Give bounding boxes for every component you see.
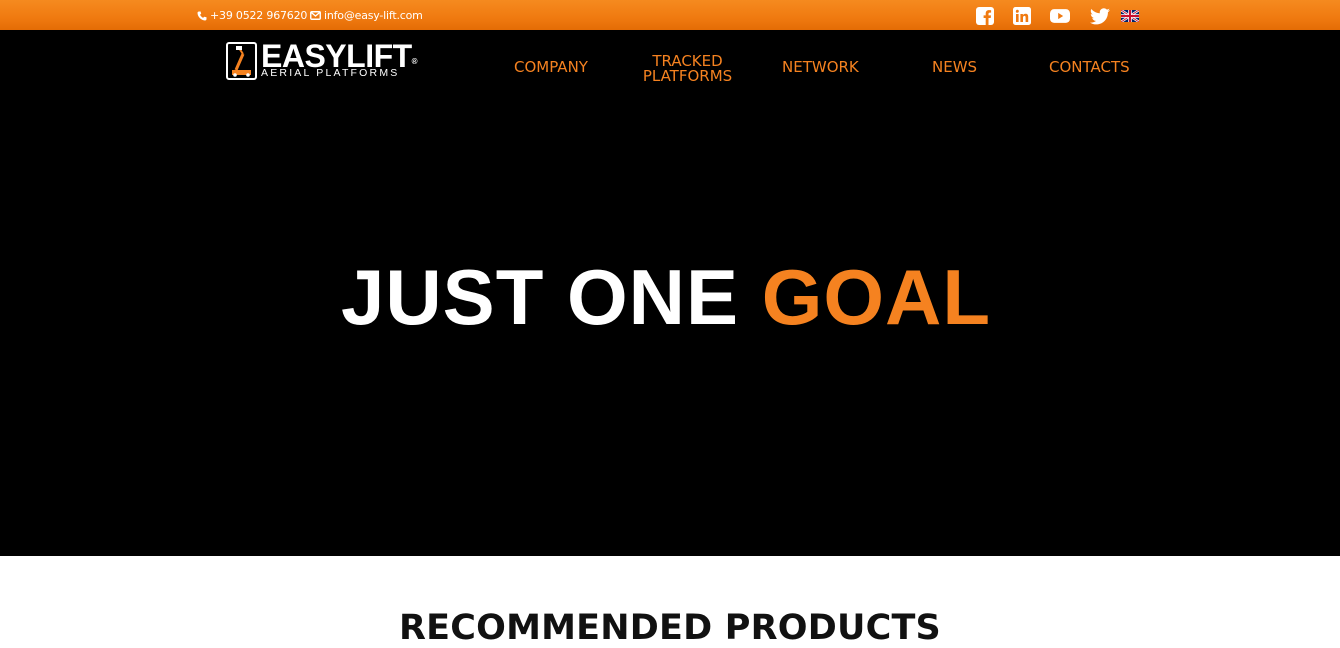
easylift-logo[interactable]: EASYLIFT® AERIAL PLATFORMS bbox=[226, 38, 418, 82]
nav-company[interactable]: COMPANY bbox=[514, 60, 588, 75]
twitter-icon[interactable] bbox=[1090, 6, 1110, 26]
nav-news[interactable]: NEWS bbox=[932, 60, 977, 75]
email-address: info@easy-lift.com bbox=[324, 9, 423, 22]
linkedin-icon[interactable] bbox=[1012, 6, 1032, 26]
phone-number: +39 0522 967620 bbox=[210, 9, 308, 22]
registered-mark: ® bbox=[411, 57, 418, 66]
nav-network[interactable]: NETWORK bbox=[782, 60, 859, 75]
logo-emblem-icon bbox=[226, 42, 257, 80]
phone-link[interactable]: +39 0522 967620 bbox=[197, 9, 307, 22]
uk-flag-icon[interactable] bbox=[1121, 10, 1139, 22]
hero-title-accent: GOAL bbox=[761, 253, 992, 341]
phone-icon bbox=[197, 11, 207, 20]
header-hero: EASYLIFT® AERIAL PLATFORMS COMPANY TRACK… bbox=[0, 30, 1340, 556]
top-bar: +39 0522 967620 info@easy-lift.com bbox=[0, 0, 1340, 30]
brand-tagline: AERIAL PLATFORMS bbox=[261, 67, 400, 79]
facebook-icon[interactable] bbox=[975, 6, 995, 26]
nav-tracked-platforms[interactable]: TRACKED PLATFORMS bbox=[640, 54, 735, 84]
recommended-products-title: RECOMMENDED PRODUCTS bbox=[399, 608, 941, 648]
youtube-icon[interactable] bbox=[1050, 6, 1070, 26]
email-link[interactable]: info@easy-lift.com bbox=[310, 9, 423, 22]
envelope-icon bbox=[310, 11, 321, 20]
nav-contacts[interactable]: CONTACTS bbox=[1049, 60, 1130, 75]
hero-title: JUST ONE GOAL bbox=[0, 252, 1340, 343]
hero-title-part1: JUST ONE bbox=[340, 253, 740, 341]
